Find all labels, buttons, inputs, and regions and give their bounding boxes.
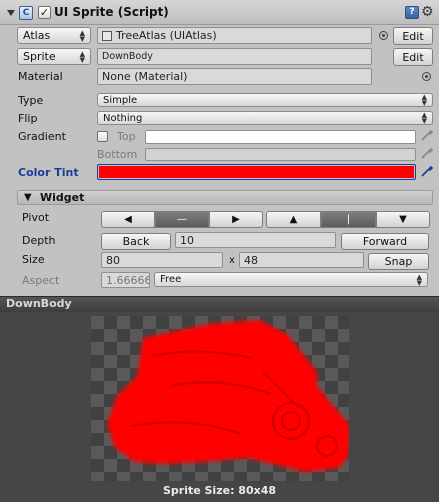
aspect-mode-value: Free	[160, 274, 182, 285]
pivot-top-button[interactable]: ▲	[266, 211, 321, 228]
depth-back-button[interactable]: Back	[101, 233, 171, 250]
dropdown-arrows-icon: ▲ ▼	[421, 93, 427, 107]
pivot-middle-button[interactable]: |	[321, 211, 376, 228]
size-label: Size	[22, 253, 45, 266]
pivot-label: Pivot	[22, 211, 50, 224]
color-tint-label: Color Tint	[18, 166, 79, 179]
type-dropdown-value: Simple	[103, 94, 138, 106]
size-separator: x	[229, 255, 235, 266]
dropdown-arrows-icon: ▲ ▼	[79, 49, 85, 64]
sprite-size-caption: Sprite Size: 80x48	[162, 484, 277, 497]
atlas-icon	[102, 30, 112, 41]
atlas-edit-button[interactable]: Edit	[393, 27, 433, 45]
aspect-value-field: 1.66666	[101, 272, 150, 288]
gradient-bottom-label: Bottom	[97, 148, 138, 161]
depth-forward-button[interactable]: Forward	[341, 233, 429, 250]
depth-label: Depth	[22, 234, 56, 247]
aspect-label: Aspect	[22, 274, 60, 287]
help-book-icon[interactable]: ?	[405, 6, 419, 19]
sprite-field[interactable]: DownBody	[97, 48, 372, 65]
gear-icon[interactable]: ⚙	[421, 5, 434, 19]
eyedropper-icon[interactable]	[419, 145, 435, 161]
type-label: Type	[18, 94, 44, 107]
material-label: Material	[18, 70, 63, 83]
fold-arrow-icon[interactable]	[7, 10, 15, 16]
material-field[interactable]: None (Material)	[97, 68, 372, 85]
widget-header-label: Widget	[40, 191, 85, 204]
dropdown-arrows-icon: ▲ ▼	[79, 28, 85, 43]
atlas-field-value: TreeAtlas (UIAtlas)	[116, 29, 217, 42]
dropdown-arrows-icon: ▲ ▼	[421, 111, 427, 125]
gradient-checkbox[interactable]	[97, 131, 108, 142]
component-title: UI Sprite (Script)	[54, 5, 169, 19]
preview-title: DownBody	[6, 297, 72, 310]
sprite-dropdown[interactable]: Sprite ▲ ▼	[17, 48, 91, 65]
script-icon: C	[19, 6, 33, 20]
sprite-edit-button[interactable]: Edit	[393, 48, 433, 66]
pivot-center-button[interactable]: —	[155, 211, 209, 228]
pivot-left-button[interactable]: ◀	[101, 211, 155, 228]
gradient-top-label: Top	[117, 130, 136, 143]
enabled-checkbox[interactable]: ✓	[38, 6, 51, 19]
size-height-input[interactable]: 48	[239, 252, 364, 268]
gradient-label: Gradient	[18, 130, 66, 143]
gradient-bottom-color[interactable]	[145, 148, 416, 161]
aspect-mode-dropdown[interactable]: Free ▲ ▼	[154, 272, 428, 287]
flip-dropdown-value: Nothing	[103, 112, 143, 124]
sprite-preview-image	[107, 320, 349, 472]
type-dropdown[interactable]: Simple ▲ ▼	[97, 93, 433, 107]
color-tint-field[interactable]	[97, 164, 416, 180]
depth-input[interactable]: 10	[175, 232, 336, 248]
snap-button[interactable]: Snap	[368, 253, 429, 270]
dropdown-arrows-icon: ▲ ▼	[416, 272, 422, 287]
color-tint-swatch	[99, 166, 414, 178]
atlas-dropdown-label: Atlas	[23, 29, 51, 42]
eyedropper-icon[interactable]	[419, 163, 435, 179]
pivot-right-button[interactable]: ▶	[209, 211, 263, 228]
pivot-bottom-button[interactable]: ▼	[376, 211, 430, 228]
preview-header[interactable]: DownBody	[0, 296, 439, 312]
eyedropper-icon[interactable]	[419, 127, 435, 143]
object-picker-icon[interactable]	[379, 31, 388, 40]
sprite-dropdown-label: Sprite	[23, 50, 56, 63]
widget-fold-arrow-icon: ▼	[24, 192, 32, 203]
gradient-top-color[interactable]	[145, 130, 416, 144]
atlas-field[interactable]: TreeAtlas (UIAtlas)	[97, 27, 372, 44]
flip-label: Flip	[18, 112, 38, 125]
atlas-dropdown[interactable]: Atlas ▲ ▼	[17, 27, 91, 44]
size-width-input[interactable]: 80	[101, 252, 223, 268]
flip-dropdown[interactable]: Nothing ▲ ▼	[97, 111, 433, 125]
widget-foldout[interactable]: ▼ Widget	[17, 190, 433, 205]
object-picker-icon[interactable]	[422, 72, 431, 81]
